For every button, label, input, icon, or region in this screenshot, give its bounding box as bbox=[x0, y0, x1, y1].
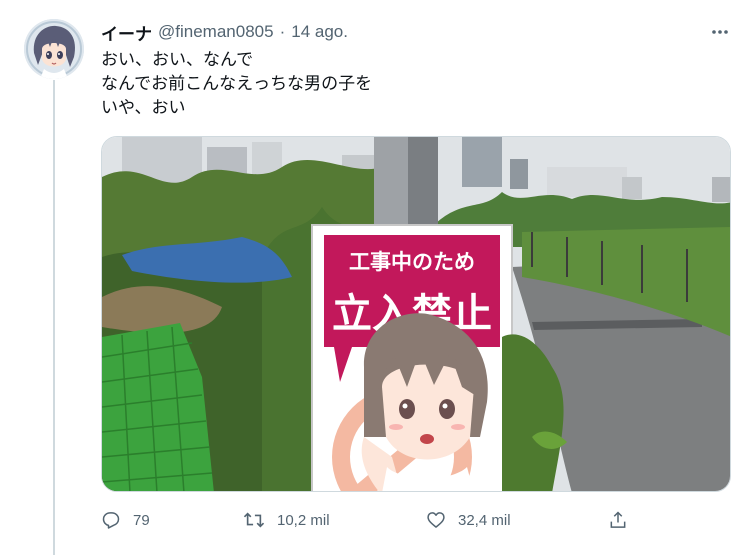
tweet-header: イーナ @fineman0805 · 14 ago. bbox=[101, 20, 348, 44]
thread-line bbox=[53, 80, 55, 555]
tweet-text: おい、おい、なんで なんでお前こんなえっちな男の子を いや、おい bbox=[101, 48, 721, 120]
tweet-text-line: いや、おい bbox=[101, 98, 186, 117]
tweet-image[interactable]: 工事中のため 立入禁止 bbox=[101, 136, 731, 492]
retweet-count: 10,2 mil bbox=[277, 511, 330, 529]
tweet-text-line: なんでお前こんなえっちな男の子を bbox=[101, 74, 373, 93]
heart-icon bbox=[426, 510, 446, 530]
retweet-button[interactable]: 10,2 mil bbox=[243, 505, 330, 535]
reply-count: 79 bbox=[133, 511, 150, 529]
reply-button[interactable]: 79 bbox=[101, 505, 150, 535]
display-name[interactable]: イーナ bbox=[101, 20, 152, 45]
reply-icon bbox=[101, 510, 121, 530]
like-button[interactable]: 32,4 mil bbox=[426, 505, 511, 535]
more-horizontal-icon[interactable] bbox=[706, 18, 734, 46]
retweet-icon bbox=[243, 510, 265, 530]
share-button[interactable] bbox=[608, 505, 628, 535]
share-icon bbox=[608, 510, 628, 530]
tweet-actions: 79 10,2 mil 32,4 mil bbox=[101, 505, 641, 535]
like-count: 32,4 mil bbox=[458, 511, 511, 529]
separator-dot: · bbox=[279, 22, 286, 41]
user-handle[interactable]: @fineman0805 bbox=[158, 22, 274, 42]
avatar[interactable] bbox=[24, 19, 84, 79]
sign-text-line1: 工事中のため bbox=[349, 250, 475, 274]
tweet-date[interactable]: 14 ago. bbox=[291, 22, 348, 42]
tweet-text-line: おい、おい、なんで bbox=[101, 50, 254, 69]
